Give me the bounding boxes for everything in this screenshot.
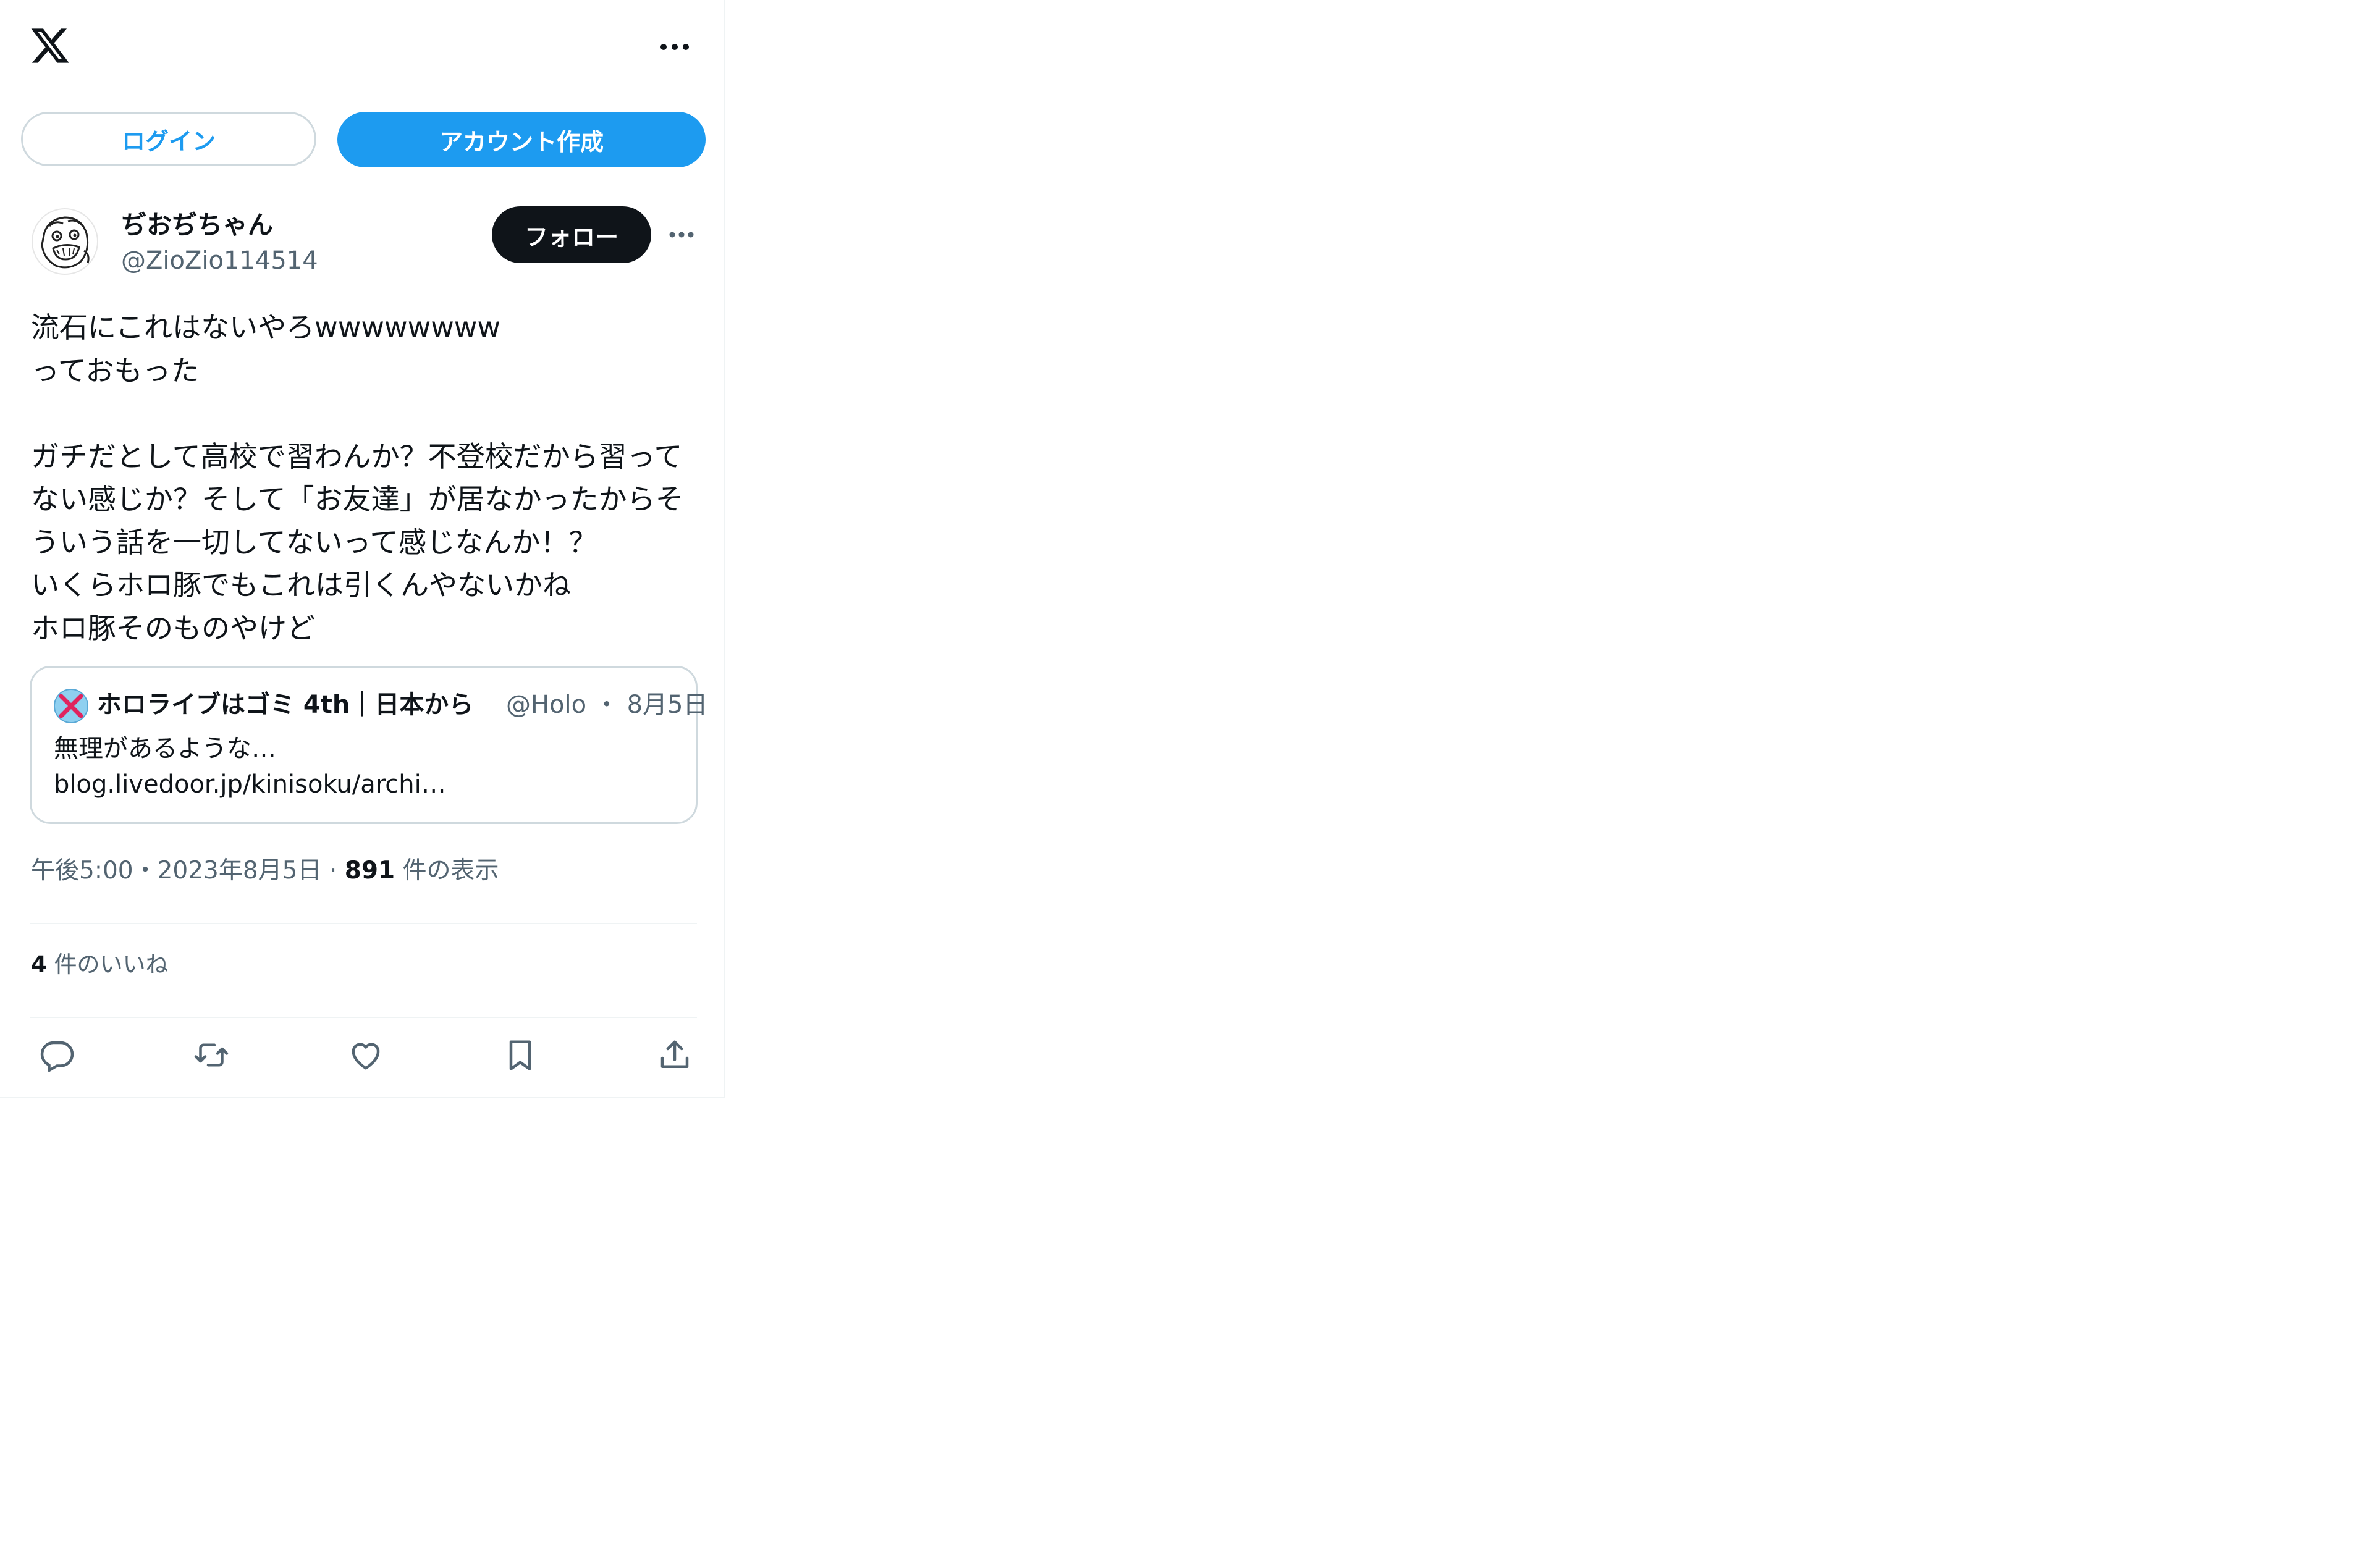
quoted-separator: ・ xyxy=(594,691,619,719)
x-logo-icon[interactable] xyxy=(29,25,71,67)
quoted-body: 無理があるような… blog.livedoor.jp/kinisoku/arch… xyxy=(54,731,672,802)
login-button[interactable]: ログイン xyxy=(21,112,316,166)
retweet-icon[interactable] xyxy=(192,1035,231,1075)
quoted-tweet-card[interactable]: ホロライブはゴミ 4th｜日本から @Holo ・ 8月5日 無理があるような…… xyxy=(30,666,707,824)
quoted-meta: @Holo ・ 8月5日 xyxy=(506,686,707,723)
more-horizontal-icon[interactable] xyxy=(667,222,696,247)
divider xyxy=(30,923,697,924)
tweet-meta: 午後5:00・2023年8月5日 · 891 件の表示 xyxy=(31,852,499,889)
avatar[interactable] xyxy=(31,208,99,275)
views-label: 件の表示 xyxy=(395,857,499,885)
follow-button[interactable]: フォロー xyxy=(492,206,651,263)
quoted-text-line: 無理があるような… xyxy=(54,734,276,763)
likes-label: 件のいいね xyxy=(46,951,169,978)
divider xyxy=(30,1017,697,1018)
tweet-panel: ログイン アカウント作成 ぢおぢちゃん @ZioZio114514 フォロー 流… xyxy=(0,0,725,1098)
page: ログイン アカウント作成 ぢおぢちゃん @ZioZio114514 フォロー 流… xyxy=(0,0,2380,1564)
meta-separator: · xyxy=(321,857,345,885)
author-handle[interactable]: @ZioZio114514 xyxy=(121,245,318,277)
tweet-date[interactable]: 2023年8月5日 xyxy=(158,857,322,885)
quoted-display-name: ホロライブはゴミ 4th｜日本から xyxy=(97,691,474,719)
heart-icon[interactable] xyxy=(346,1035,386,1075)
share-icon[interactable] xyxy=(655,1035,694,1075)
tweet-text: 流石にこれはないやろwwwwwwww っておもった ガチだとして高校で習わんか？… xyxy=(31,311,684,645)
reply-icon[interactable] xyxy=(37,1035,77,1075)
meta-separator: ・ xyxy=(133,857,158,885)
quoted-avatar xyxy=(54,689,88,723)
more-horizontal-icon[interactable] xyxy=(659,35,691,59)
tweet-time[interactable]: 午後5:00 xyxy=(31,857,133,885)
create-account-button[interactable]: アカウント作成 xyxy=(337,112,706,167)
likes-stat[interactable]: 4 件のいいね xyxy=(31,948,169,982)
quoted-date: 8月5日 xyxy=(627,691,708,719)
quoted-link: blog.livedoor.jp/kinisoku/archi… xyxy=(54,770,446,799)
author-display-name[interactable]: ぢおぢちゃん xyxy=(121,208,273,242)
views-count: 891 xyxy=(344,857,395,885)
likes-count: 4 xyxy=(31,951,47,978)
quoted-handle: @Holo xyxy=(506,691,587,719)
bookmark-icon[interactable] xyxy=(500,1035,540,1075)
